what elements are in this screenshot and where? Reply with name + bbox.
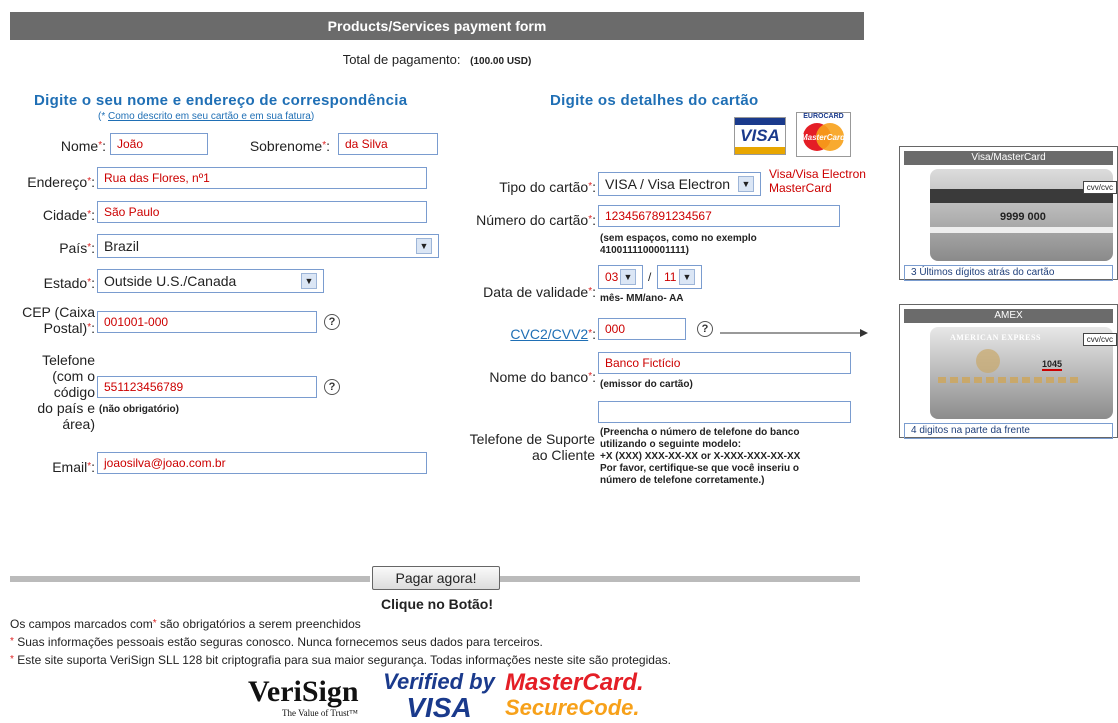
banco-note: (emissor do cartão) xyxy=(600,379,693,390)
email-label: Email*: xyxy=(52,459,95,475)
left-section-subtitle: (* Como descrito em seu cartão e em sua … xyxy=(98,111,315,122)
cvc-help-icon[interactable]: ? xyxy=(697,321,713,337)
nome-label: Nome*: xyxy=(60,138,106,154)
nome-input[interactable]: João xyxy=(110,133,208,155)
verified-by-visa-logo: Verified by VISA xyxy=(383,669,495,723)
svg-text:MasterCard: MasterCard xyxy=(801,133,846,142)
cep-help-icon[interactable]: ? xyxy=(324,314,340,330)
suporte-label: Telefone de Suporte ao Cliente xyxy=(469,431,595,463)
footer-required-note: Os campos marcados com* são obrigatórios… xyxy=(10,617,361,631)
validade-note: mês- MM/ano- AA xyxy=(600,293,684,304)
suporte-input[interactable] xyxy=(598,401,851,423)
divider-right xyxy=(500,576,860,582)
numero-label: Número do cartão*: xyxy=(476,212,596,228)
cidade-input[interactable]: São Paulo xyxy=(97,201,427,223)
visa-mastercard-cvc-card: Visa/MasterCard 9999 000 cvv/cvc 3 Últim… xyxy=(899,146,1118,281)
validade-separator: / xyxy=(648,270,652,284)
arrow-icon xyxy=(720,324,868,337)
footer-security-note: * Este site suporta VeriSign SLL 128 bit… xyxy=(10,653,671,667)
banco-input[interactable]: Banco Fictício xyxy=(598,352,851,374)
email-input[interactable]: joaosilva@joao.com.br xyxy=(97,452,427,474)
estado-select[interactable]: Outside U.S./Canada ▼ xyxy=(97,269,324,293)
total-label: Total de pagamento: xyxy=(342,52,461,67)
form-header: Products/Services payment form xyxy=(10,12,864,40)
pay-now-button[interactable]: Pagar agora! xyxy=(372,566,500,590)
cvc-link[interactable]: CVC2/CVV2 xyxy=(510,326,588,342)
card-front-image: AMERICAN EXPRESS 1045 cvv/cvc xyxy=(930,327,1117,419)
card-back-image: 9999 000 cvv/cvc xyxy=(930,169,1117,261)
banco-label: Nome do banco*: xyxy=(489,369,596,385)
mastercard-securecode-logo: MasterCard. SecureCode. xyxy=(505,669,644,720)
divider-left xyxy=(10,576,370,582)
subtitle-link[interactable]: Como descrito em seu cartão e em sua fat… xyxy=(108,111,311,122)
sobrenome-label: Sobrenome*: xyxy=(249,138,330,154)
pais-label: País*: xyxy=(59,240,95,256)
payment-total: Total de pagamento: (100.00 USD) xyxy=(0,52,874,67)
ano-select[interactable]: 11 ▼ xyxy=(657,265,702,289)
estado-label: Estado*: xyxy=(43,275,95,291)
tipo-label: Tipo do cartão*: xyxy=(499,179,596,195)
sobrenome-input[interactable]: da Silva xyxy=(338,133,438,155)
chevron-down-icon: ▼ xyxy=(620,269,636,285)
telefone-input[interactable]: 551123456789 xyxy=(97,376,317,398)
mastercard-logo: EUROCARD MasterCard xyxy=(796,112,851,157)
cvc-input[interactable]: 000 xyxy=(598,318,686,340)
tipo-cartao-select[interactable]: VISA / Visa Electron ▼ xyxy=(598,172,761,196)
mes-select[interactable]: 03 ▼ xyxy=(598,265,643,289)
numero-cartao-input[interactable]: 1234567891234567 xyxy=(598,205,840,227)
chevron-down-icon: ▼ xyxy=(738,176,754,192)
cvc-label: CVC2/CVV2*: xyxy=(510,326,596,342)
validade-label: Data de validade*: xyxy=(483,284,596,300)
chevron-down-icon: ▼ xyxy=(679,269,695,285)
tipo-note: Visa/Visa Electron MasterCard xyxy=(769,167,866,195)
cep-input[interactable]: 001001-000 xyxy=(97,311,317,333)
telefone-label: Telefone (com o código do país e área) xyxy=(37,352,95,432)
chevron-down-icon: ▼ xyxy=(416,238,432,254)
chevron-down-icon: ▼ xyxy=(301,273,317,289)
submit-hint: Clique no Botão! xyxy=(381,596,493,612)
numero-note: (sem espaços, como no exemplo 41001111000… xyxy=(600,233,757,256)
visa-logo: VISA xyxy=(734,117,786,155)
right-section-title: Digite os detalhes do cartão xyxy=(550,92,759,109)
suporte-note: (Preencha o número de telefone do banco u… xyxy=(600,427,801,486)
pais-select[interactable]: Brazil ▼ xyxy=(97,234,439,258)
left-section-title: Digite o seu nome e endereço de correspo… xyxy=(34,92,408,109)
telefone-note: (não obrigatório) xyxy=(99,404,179,415)
cidade-label: Cidade*: xyxy=(42,207,95,223)
endereco-input[interactable]: Rua das Flores, nº1 xyxy=(97,167,427,189)
total-value: (100.00 USD) xyxy=(470,56,532,67)
telefone-help-icon[interactable]: ? xyxy=(324,379,340,395)
verisign-logo: VeriSign The Value of Trust™ xyxy=(248,675,359,719)
endereco-label: Endereço*: xyxy=(27,174,95,190)
footer-privacy-note: * Suas informações pessoais estão segura… xyxy=(10,635,543,649)
amex-cvc-card: AMEX AMERICAN EXPRESS 1045 cvv/cvc 4 dig… xyxy=(899,304,1118,439)
cep-label: CEP (Caixa Postal)*: xyxy=(22,304,95,336)
